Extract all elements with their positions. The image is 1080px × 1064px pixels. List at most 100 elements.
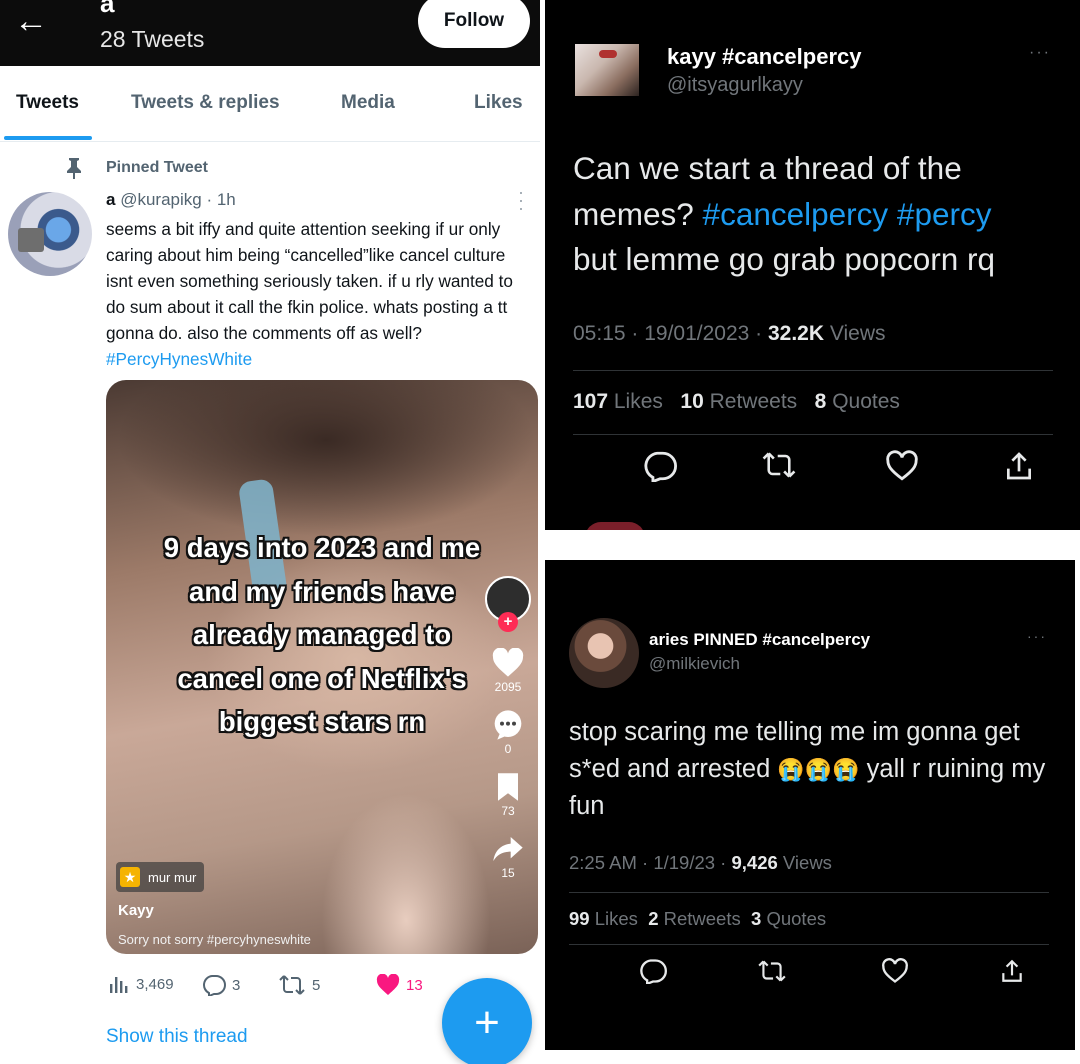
profile-header: ← a 28 Tweets Follow [0, 0, 540, 66]
heart-icon[interactable] [881, 958, 909, 989]
tweet-action-bar [573, 450, 1053, 490]
tweet-stats: 107 Likes 10 Retweets 8 Quotes [573, 390, 900, 414]
tweet-action-bar [569, 958, 1049, 994]
retweets-stat[interactable]: 10 Retweets [680, 390, 797, 413]
tweet-text: seems a bit iffy and quite attention see… [106, 216, 536, 372]
show-thread-link[interactable]: Show this thread [106, 1026, 248, 1048]
heart-filled-icon [376, 974, 400, 995]
like-action[interactable]: 13 [376, 974, 423, 996]
quotes-count: 3 [751, 908, 762, 929]
likes-stat[interactable]: 99 Likes [569, 908, 638, 929]
quotes-label: Quotes [826, 390, 900, 413]
sound-icon: ★ [120, 867, 140, 887]
retweets-stat[interactable]: 2 Retweets [648, 908, 741, 929]
sound-label: mur mur [148, 869, 197, 885]
hashtag-link[interactable]: #percy [897, 196, 992, 232]
hashtag-link[interactable]: #PercyHynesWhite [106, 349, 252, 369]
like-count: 13 [406, 976, 423, 994]
share-icon[interactable] [999, 958, 1025, 989]
author-name[interactable]: a [106, 190, 115, 209]
tweet-meta: 2:25 AM · 1/19/23 · 9,426 Views [569, 852, 832, 874]
retweet-action[interactable]: 5 [278, 974, 320, 996]
reply-count: 3 [232, 976, 241, 994]
video-side-actions: + 2095 0 73 15 [480, 576, 536, 880]
tab-media[interactable]: Media [341, 92, 395, 114]
heart-icon[interactable] [885, 450, 919, 487]
author-handle[interactable]: @kurapikg [120, 190, 202, 209]
reply-action[interactable]: 3 [202, 974, 240, 996]
retweet-icon [279, 975, 305, 995]
author-name[interactable]: aries PINNED #cancelpercy [649, 630, 870, 650]
sound-tag[interactable]: ★ mur mur [116, 862, 205, 892]
video-caption: 9 days into 2023 and me and my friends h… [106, 526, 538, 744]
comment-count: 0 [504, 742, 512, 756]
follow-button[interactable]: Follow [418, 0, 530, 48]
reply-icon [203, 975, 226, 996]
author-handle[interactable]: @milkievich [649, 654, 740, 674]
retweet-icon[interactable] [757, 958, 787, 989]
tab-likes[interactable]: Likes [474, 92, 523, 114]
tab-tweets[interactable]: Tweets [16, 92, 79, 114]
tweet-time: · 1h [206, 190, 236, 209]
tweet-timestamp: 05:15 · 19/01/2023 · [573, 322, 768, 345]
reply-icon[interactable] [639, 958, 667, 989]
more-options-icon[interactable]: ··· [1029, 44, 1051, 62]
active-tab-indicator [4, 136, 92, 140]
likes-stat[interactable]: 107 Likes [573, 390, 663, 413]
divider [569, 944, 1049, 945]
retweet-icon[interactable] [761, 450, 797, 485]
tweet-count: 28 Tweets [100, 26, 205, 52]
divider [545, 530, 1080, 560]
share-icon[interactable] [480, 834, 536, 864]
profile-panel: ← a 28 Tweets Follow Tweets Tweets & rep… [0, 0, 540, 1064]
views-action[interactable]: 3,469 [108, 974, 174, 994]
pin-icon [67, 158, 81, 179]
avatar[interactable] [575, 44, 639, 96]
bookmark-icon[interactable] [480, 772, 536, 802]
caption-line: already managed to [192, 619, 452, 650]
caption-line: and my friends have [189, 575, 455, 607]
caption-line: 9 days into 2023 and me [163, 532, 481, 563]
quotes-stat[interactable]: 8 Quotes [815, 390, 900, 413]
likes-count: 107 [573, 390, 609, 413]
comment-icon[interactable] [480, 710, 536, 740]
tab-tweets-and-replies[interactable]: Tweets & replies [131, 92, 280, 114]
tweet-text-content: but lemme go grab popcorn rq [573, 241, 995, 277]
likes-count: 99 [569, 908, 590, 929]
video-username[interactable]: Kayy [118, 902, 154, 919]
quotes-label: Quotes [761, 908, 827, 929]
follow-plus-icon[interactable]: + [498, 612, 518, 632]
avatar[interactable] [569, 618, 639, 688]
compose-tweet-button[interactable]: + [442, 978, 532, 1064]
next-tweet-avatar-peek [585, 522, 645, 530]
retweets-count: 10 [680, 390, 704, 413]
tweet-timestamp: 2:25 AM · 1/19/23 · [569, 852, 732, 873]
tweet-meta: 05:15 · 19/01/2023 · 32.2K Views [573, 322, 886, 346]
caption-line: biggest stars rn [218, 706, 426, 737]
retweets-label: Retweets [703, 390, 798, 413]
author-name[interactable]: kayy #cancelpercy [667, 44, 862, 70]
more-options-icon[interactable]: ··· [518, 183, 524, 217]
video-media[interactable]: 9 days into 2023 and me and my friends h… [106, 380, 538, 954]
tweet-text: stop scaring me telling me im gonna get … [569, 714, 1059, 825]
hashtag-link[interactable]: #cancelpercy [703, 196, 889, 232]
tweet-text: Can we start a thread of the memes? #can… [573, 146, 1043, 283]
share-icon[interactable] [1003, 450, 1035, 487]
crying-emoji-icon: 😭😭😭 [777, 756, 860, 782]
quotes-stat[interactable]: 3 Quotes [751, 908, 826, 929]
more-options-icon[interactable]: ··· [1027, 628, 1047, 644]
views-count: 3,469 [136, 975, 174, 993]
author-handle[interactable]: @itsyagurlkayy [667, 74, 803, 97]
reply-icon[interactable] [643, 450, 677, 487]
likes-label: Likes [589, 908, 638, 929]
retweets-label: Retweets [658, 908, 741, 929]
save-count: 73 [501, 804, 515, 818]
share-count: 15 [501, 866, 515, 880]
profile-name: a [100, 0, 115, 18]
avatar[interactable] [8, 192, 92, 276]
views-label: Views [777, 852, 832, 873]
back-arrow-icon[interactable]: ← [14, 2, 48, 41]
heart-icon[interactable] [480, 648, 536, 678]
tweet-card-aries: aries PINNED #cancelpercy @milkievich ··… [545, 560, 1075, 1050]
tweet-card-kayy: kayy #cancelpercy @itsyagurlkayy ··· Can… [545, 0, 1080, 530]
